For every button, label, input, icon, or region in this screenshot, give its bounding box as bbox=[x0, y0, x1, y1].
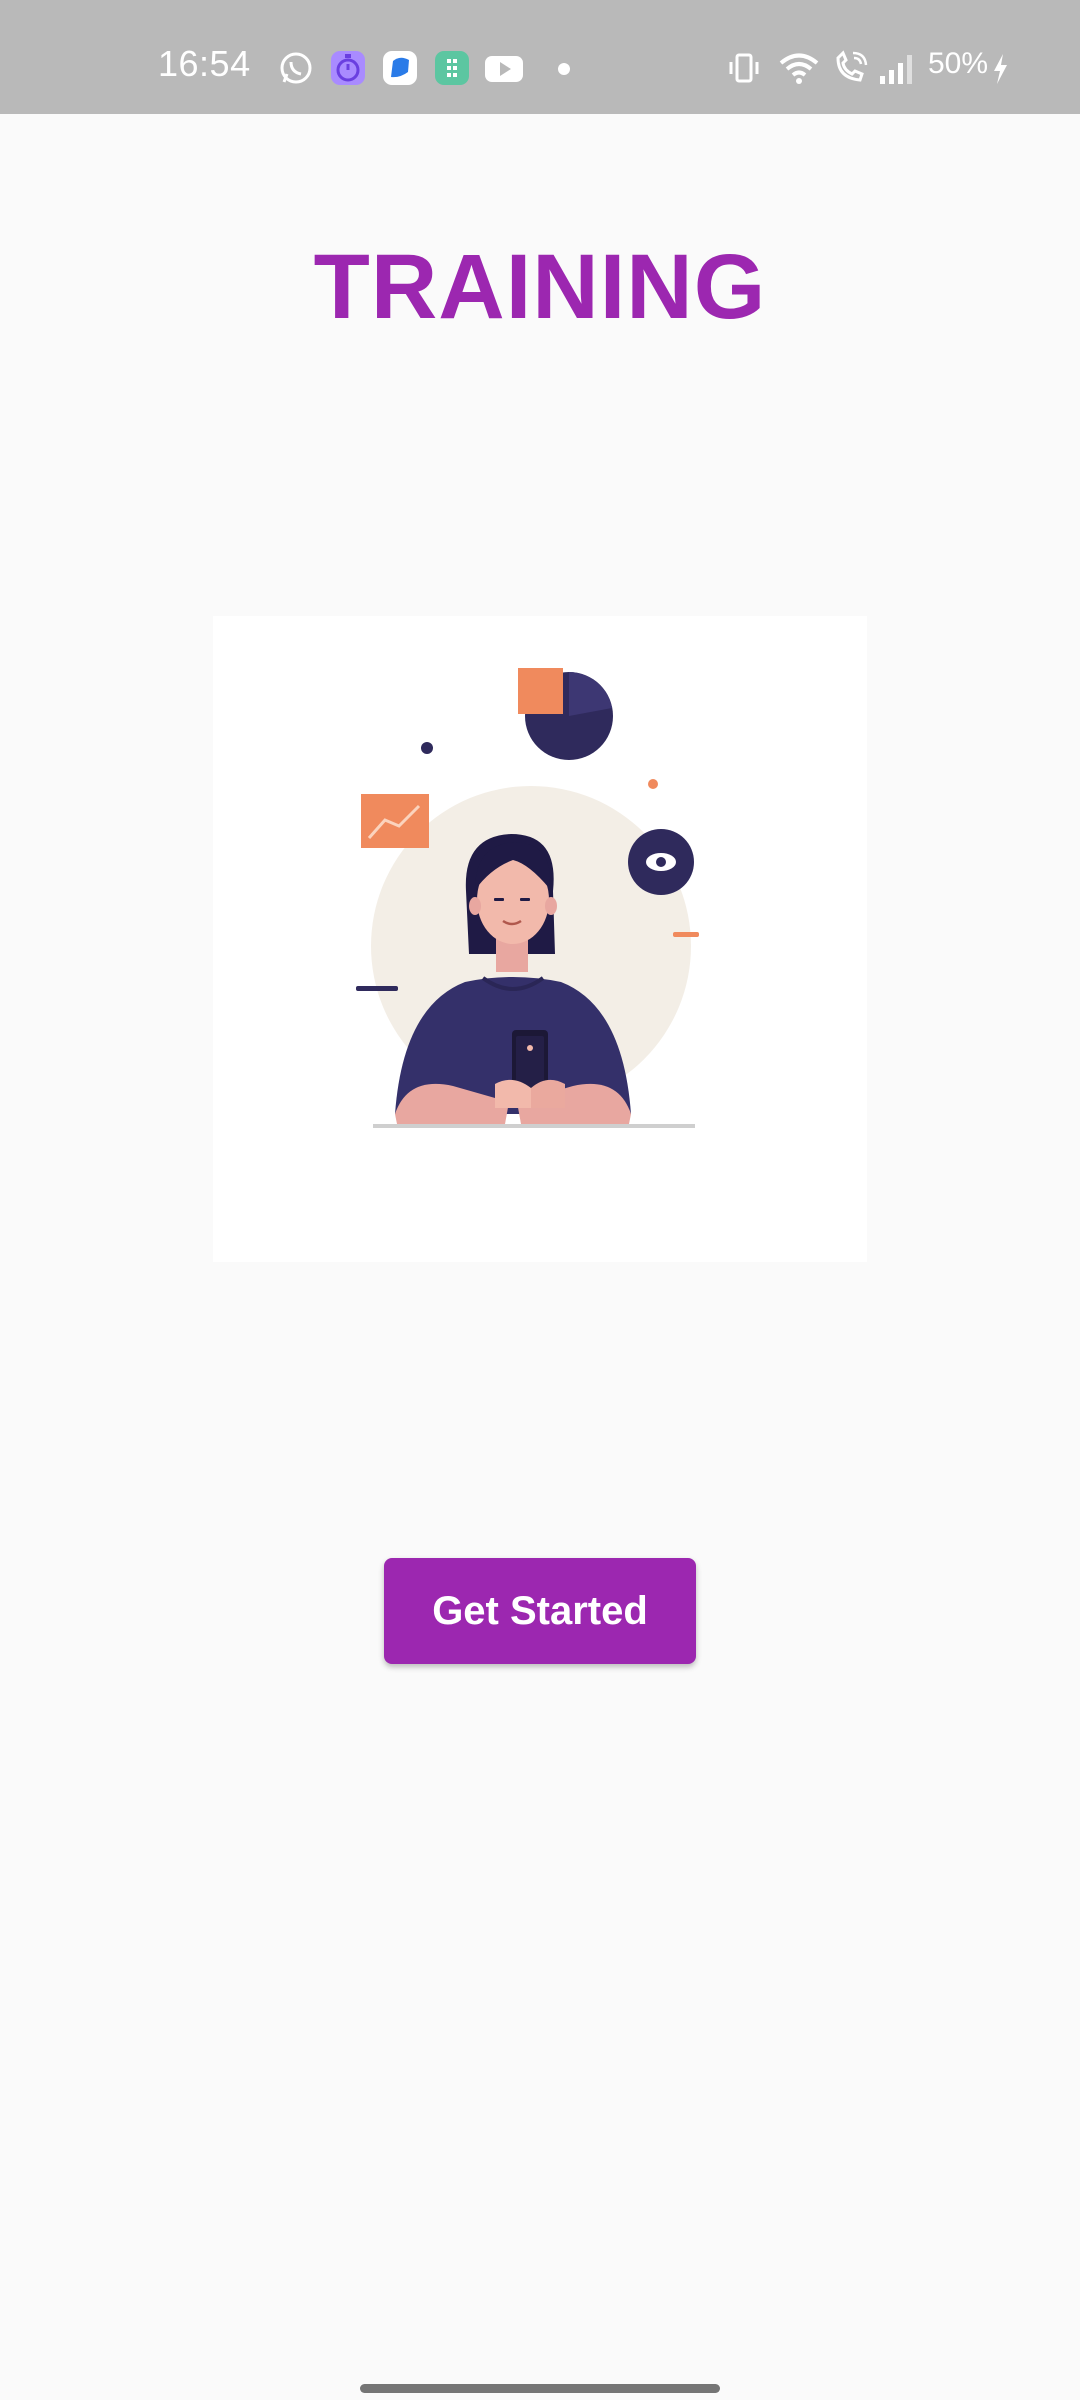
page-title: TRAINING bbox=[313, 236, 767, 338]
messenger-app-icon bbox=[382, 50, 418, 86]
charging-icon bbox=[990, 50, 1010, 86]
vibrate-icon bbox=[726, 50, 762, 86]
dot-icon bbox=[556, 50, 572, 86]
gesture-nav-handle[interactable] bbox=[360, 2384, 720, 2393]
wifi-icon bbox=[778, 50, 820, 86]
get-started-button[interactable]: Get Started bbox=[384, 1558, 696, 1664]
status-bar: 16:54 50% bbox=[0, 0, 1080, 114]
pie-chart-icon bbox=[518, 668, 613, 760]
eye-icon bbox=[628, 829, 694, 895]
battery-percentage: 50% bbox=[928, 47, 989, 80]
youtube-icon bbox=[484, 50, 524, 86]
signal-icon bbox=[878, 50, 918, 86]
whatsapp-icon bbox=[278, 50, 314, 86]
status-time: 16:54 bbox=[158, 43, 251, 84]
green-app-icon bbox=[434, 50, 470, 86]
wifi-calling-icon bbox=[832, 50, 868, 86]
screen: 16:54 50% TRAINING Get Started bbox=[0, 0, 1080, 2400]
timer-app-icon bbox=[330, 50, 366, 86]
training-illustration bbox=[213, 616, 867, 1262]
trend-chart-icon bbox=[361, 794, 429, 848]
